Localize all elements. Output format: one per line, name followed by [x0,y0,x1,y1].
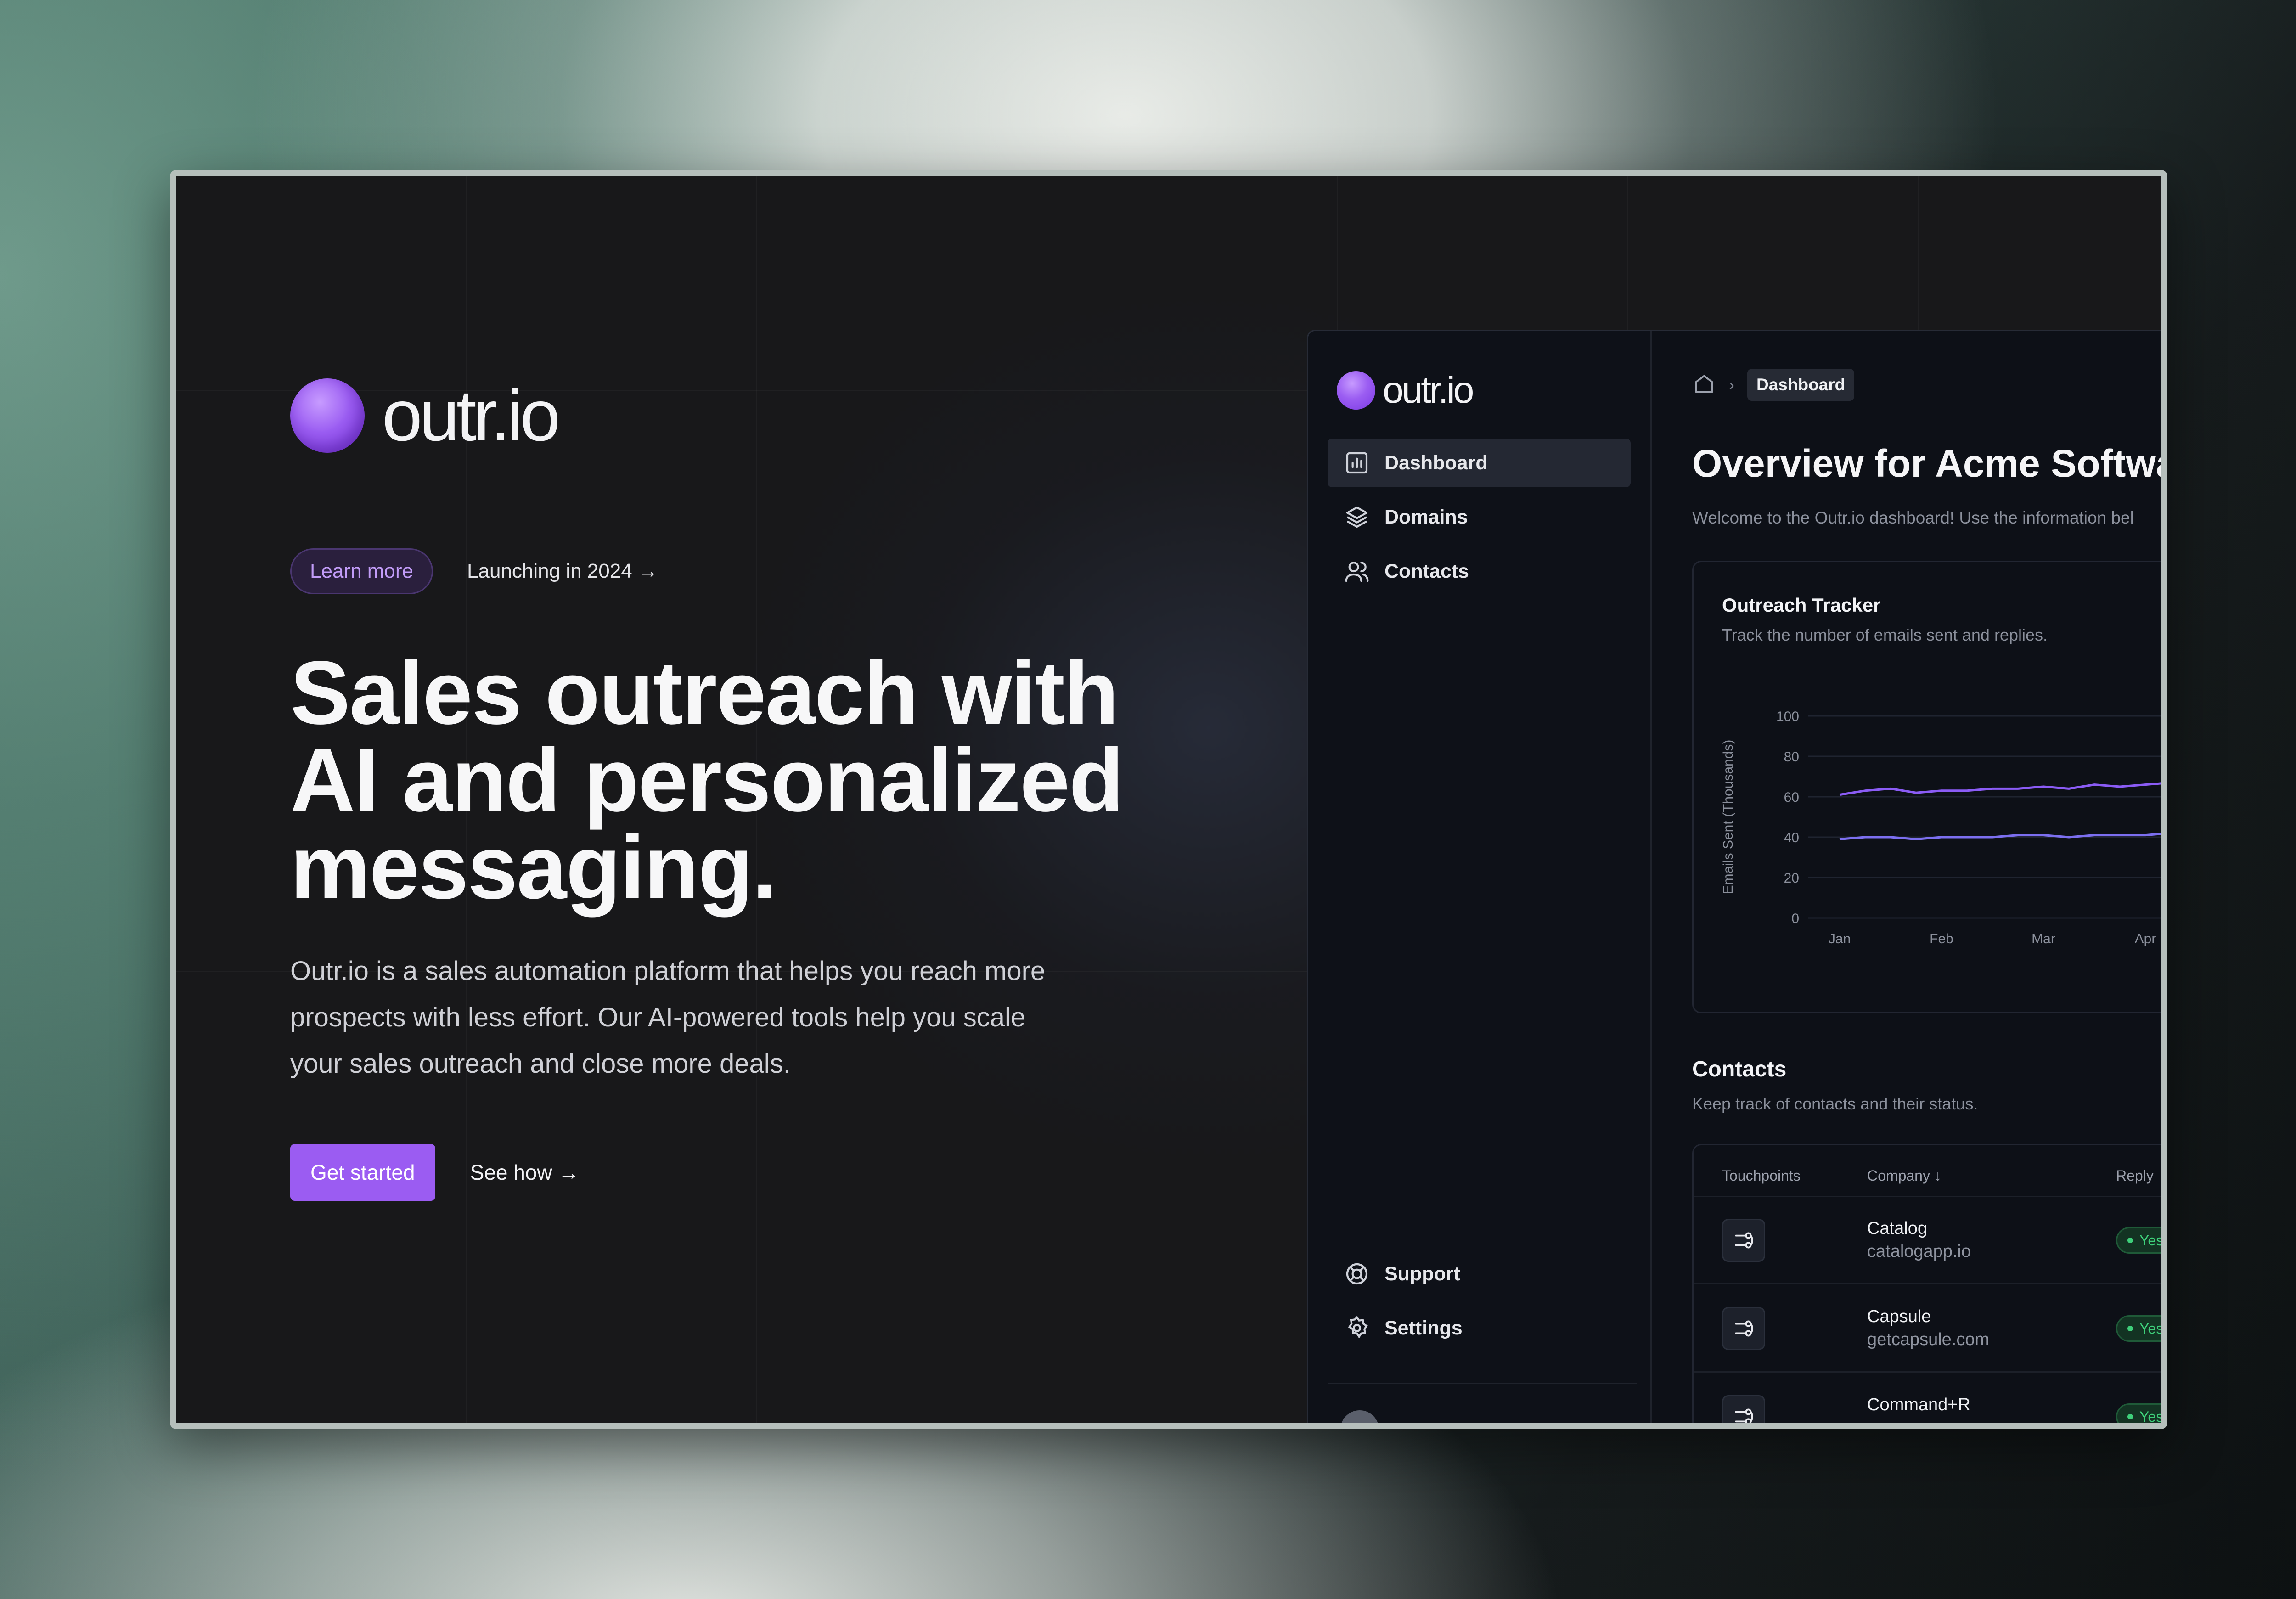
reply-status-badge: Yes [2116,1403,2161,1423]
description-line: Outr.io is a sales automation platform t… [290,956,1046,986]
lifebuoy-icon [1344,1261,1370,1287]
sidebar-item-label: Support [1384,1262,1460,1285]
column-header-touchpoints[interactable]: Touchpoints [1722,1167,1801,1184]
sidebar-logo-text: outr.io [1383,369,1474,411]
y-tick-label: 80 [1784,749,1799,765]
description-line: prospects with less effort. Our AI-power… [290,1002,1026,1032]
logo-orb-icon [1337,371,1375,410]
contacts-subtitle: Keep track of contacts and their status. [1692,1094,1978,1113]
browser-frame: outr.io Learn more Launching in 2024 → S… [170,170,2167,1429]
company-name: Command+R [1867,1395,1970,1414]
company-domain: catalogapp.io [1867,1242,1971,1261]
home-icon[interactable] [1692,372,1716,398]
cta-row: Get started See how → [290,1144,579,1201]
dashboard-main: › Dashboard Overview for Acme Softwa Wel… [1652,331,2167,1423]
brand-logo[interactable]: outr.io [290,375,560,456]
breadcrumb-current[interactable]: Dashboard [1747,369,1855,401]
company-name: Catalog [1867,1219,1927,1238]
bar-chart-icon [1344,450,1370,476]
contacts-table: Touchpoints Company ↓ Reply Catalog cata… [1692,1144,2161,1423]
get-started-button[interactable]: Get started [290,1144,435,1201]
chevron-right-icon: › [1729,375,1734,394]
sidebar-item-label: Domains [1384,506,1468,528]
series-line-0 [1839,782,2161,796]
x-tick-label: Jan [1829,931,1851,946]
launch-link[interactable]: Launching in 2024 → [467,560,658,583]
column-header-label: Company [1867,1167,1930,1184]
sidebar-logo[interactable]: outr.io [1337,369,1474,412]
sidebar-item-dashboard[interactable]: Dashboard [1328,439,1631,487]
series-line-1 [1839,833,2161,840]
see-how-link[interactable]: See how → [470,1160,580,1185]
sidebar-item-support[interactable]: Support [1328,1250,1631,1298]
x-tick-label: Mar [2032,931,2055,946]
dashboard-preview: outr.io Dashboard Domains Contacts Suppo… [1307,330,2167,1423]
hero-description: Outr.io is a sales automation platform t… [290,948,1117,1087]
learn-more-badge[interactable]: Learn more [290,548,433,594]
headline-line: AI and personalized [290,730,1124,830]
headline-line: messaging. [290,817,777,918]
breadcrumb: › Dashboard [1692,369,1855,401]
headline-line: Sales outreach with [290,642,1119,743]
company-name: Capsule [1867,1307,1931,1326]
logo-orb-icon [290,378,365,453]
sidebar-item-label: Settings [1384,1317,1463,1339]
touchpoint-icon[interactable] [1722,1307,1765,1350]
layers-icon [1344,504,1370,530]
sidebar-divider [1328,1383,1637,1384]
company-domain: getcapsule.com [1867,1330,1990,1349]
logo-text: outr.io [382,375,560,456]
contacts-title: Contacts [1692,1057,1787,1081]
announcement-row: Learn more Launching in 2024 → [290,548,658,594]
y-tick-label: 40 [1784,830,1799,845]
y-tick-label: 100 [1776,709,1799,724]
y-tick-label: 60 [1784,790,1799,805]
y-tick-label: 0 [1791,911,1799,926]
description-line: your sales outreach and close more deals… [290,1049,791,1079]
arrow-down-icon: ↓ [1934,1167,1941,1184]
sidebar-nav: Dashboard Domains Contacts [1328,439,1631,601]
users-icon [1344,558,1370,584]
sidebar-item-label: Contacts [1384,560,1469,582]
gear-icon [1344,1315,1370,1341]
reply-status-badge: Yes [2116,1227,2161,1254]
landing-hero: outr.io Learn more Launching in 2024 → S… [176,176,2161,1423]
outreach-chart: 0 20 40 60 80 100 Jan Feb Mar Apr Emails Sent (Tho… [1721,709,2161,946]
x-tick-label: Feb [1930,931,1953,946]
y-axis-label: Emails Sent (Thousands) [1721,740,1736,895]
page-title: Overview for Acme Softwa [1692,442,2167,485]
reply-status-badge: Yes [2116,1315,2161,1342]
y-tick-label: 20 [1784,871,1799,886]
sidebar: outr.io Dashboard Domains Contacts Suppo… [1308,331,1652,1423]
sidebar-item-label: Dashboard [1384,451,1488,474]
avatar[interactable] [1340,1410,1379,1423]
column-header-reply[interactable]: Reply [2116,1167,2154,1184]
hero-headline: Sales outreach with AI and personalized … [290,648,1209,912]
column-header-company[interactable]: Company ↓ [1867,1167,1941,1184]
x-tick-label: Apr [2135,931,2156,946]
touchpoint-icon[interactable] [1722,1219,1765,1262]
sidebar-item-settings[interactable]: Settings [1328,1304,1631,1352]
page-subtitle: Welcome to the Outr.io dashboard! Use th… [1692,508,2134,527]
touchpoint-icon[interactable] [1722,1395,1765,1423]
outreach-tracker-card: Outreach Tracker Track the number of ema… [1692,561,2161,1013]
sidebar-item-contacts[interactable]: Contacts [1328,547,1631,596]
sidebar-footer-nav: Support Settings [1328,1250,1631,1358]
sidebar-item-domains[interactable]: Domains [1328,493,1631,541]
